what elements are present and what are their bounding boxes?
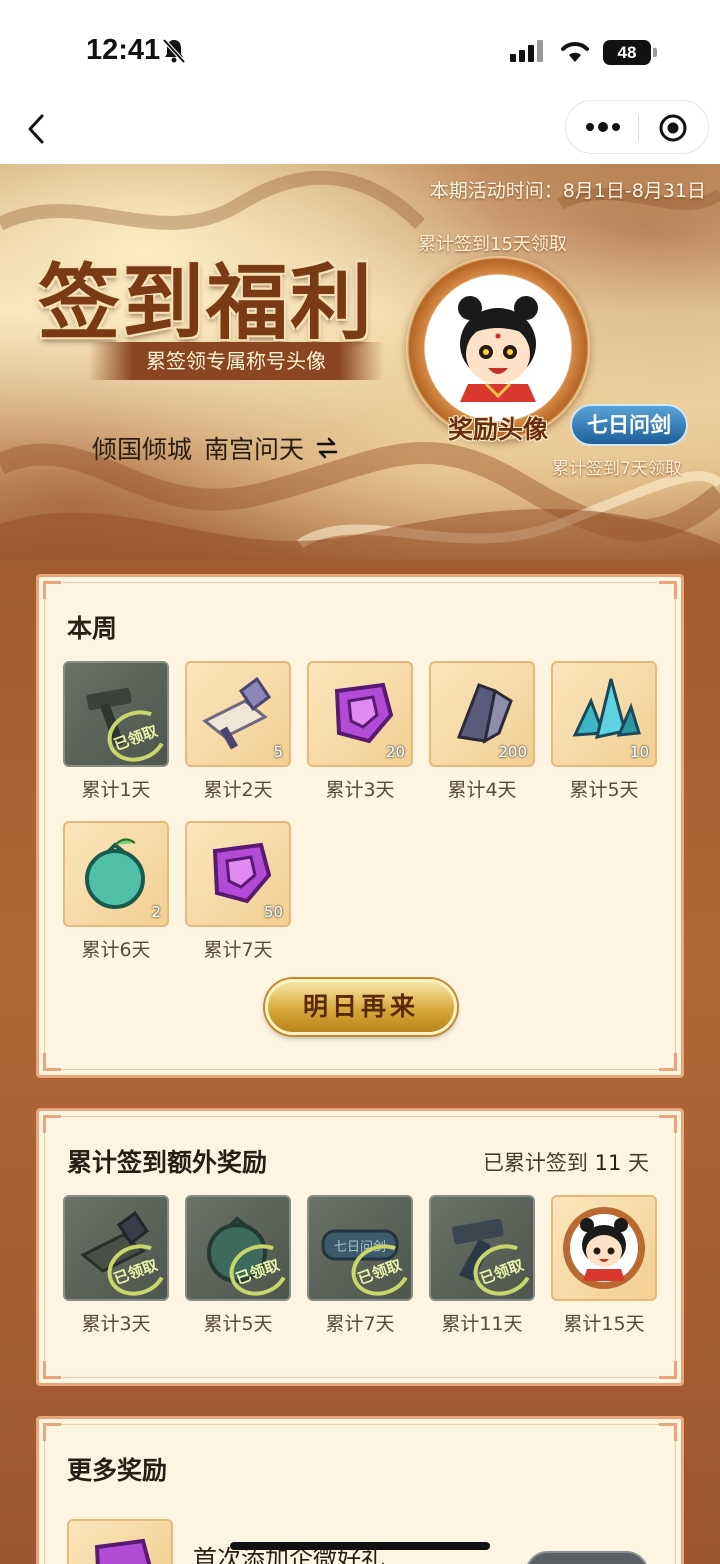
cumulative-progress: 已累计签到 11 天 [483, 1147, 649, 1177]
status-bar: 12:41 48 [0, 0, 720, 100]
miniprogram-capsule [565, 100, 709, 154]
close-target-icon[interactable] [658, 113, 688, 143]
hero-banner: 本期活动时间：8月1日-8月31日 签到福利 累签领专属称号头像 倾国倾城 南宫… [0, 164, 720, 584]
character-avatar-icon [563, 1207, 645, 1289]
jade-pouch-icon [85, 838, 145, 909]
day-label: 累计2天 [203, 779, 273, 801]
come-back-tomorrow-button[interactable]: 明日再来 [265, 979, 457, 1035]
corner-ornament [659, 1423, 677, 1441]
page-subtitle: 累签领专属称号头像 [88, 342, 384, 380]
corner-ornament [43, 1115, 61, 1133]
cumulative-title: 累计签到额外奖励 [67, 1148, 268, 1177]
day-label: 累计15天 [563, 1313, 645, 1335]
reward-tile [67, 1519, 173, 1564]
page-title: 签到福利 [38, 255, 375, 351]
title-reward-condition: 累计签到7天领取 [552, 459, 682, 479]
day-label: 累计7天 [203, 939, 273, 961]
player-title: 倾国倾城 [92, 435, 193, 464]
day-label: 累计3天 [325, 779, 395, 801]
swap-icon[interactable] [316, 437, 338, 459]
reward-tile: 5 [185, 661, 291, 767]
weekly-day-4[interactable]: 200 累计4天 [429, 661, 535, 802]
reward-tile: 10 [551, 661, 657, 767]
reward-quantity: 200 [498, 743, 527, 761]
battery-indicator: 48 [603, 40, 657, 65]
status-time: 12:41 [86, 34, 161, 66]
progress-prefix: 已累计签到 [482, 1151, 588, 1175]
corner-ornament [43, 1053, 61, 1071]
corner-ornament [43, 1423, 61, 1441]
corner-ornament [659, 1115, 677, 1133]
cumulative-day-15[interactable]: 累计15天 [551, 1195, 657, 1336]
day-label: 累计5天 [569, 779, 639, 801]
corner-ornament [43, 581, 61, 599]
player-name-row[interactable]: 倾国倾城 南宫问天 [92, 430, 338, 466]
wifi-icon [561, 42, 589, 62]
weekly-day-7[interactable]: 50 累计7天 [185, 821, 291, 962]
weekly-signin-panel: 本周 已领取 累计1天 5 累计2天 20 累计3天 200 累计4天 10 累… [36, 574, 684, 1078]
title-badge[interactable]: 七日问剑 [570, 404, 688, 446]
corner-ornament [43, 1361, 61, 1379]
reward-tile: 已领取 [63, 661, 169, 767]
add-wecom-button[interactable]: 去添加 [525, 1551, 649, 1564]
character-avatar-icon [458, 296, 538, 402]
reward-tile: 2 [63, 821, 169, 927]
cumulative-reward-panel: 累计签到额外奖励 已累计签到 11 天 已领取 累计3天 已领取 累计5天 七日… [36, 1108, 684, 1386]
reward-tile: 已领取 [429, 1195, 535, 1301]
player-name: 南宫问天 [204, 435, 305, 464]
weekly-day-5[interactable]: 10 累计5天 [551, 661, 657, 802]
home-indicator[interactable] [230, 1542, 490, 1550]
progress-days: 11 [594, 1151, 622, 1175]
nav-bar [0, 100, 720, 164]
cumulative-day-5[interactable]: 已领取 累计5天 [185, 1195, 291, 1336]
reward-tile: 50 [185, 821, 291, 927]
corner-ornament [659, 1053, 677, 1071]
reward-quantity: 5 [273, 743, 283, 761]
back-arrow-icon[interactable] [22, 112, 54, 146]
day-label: 累计3天 [81, 1313, 151, 1335]
corner-ornament [659, 1361, 677, 1379]
reward-quantity: 50 [263, 903, 283, 921]
weekly-title: 本周 [67, 614, 118, 643]
day-label: 累计6天 [81, 939, 151, 961]
reward-tile: 20 [307, 661, 413, 767]
bell-muted-icon [162, 38, 186, 64]
reward-tile [551, 1195, 657, 1301]
capsule-divider [638, 115, 639, 141]
signal-icon [510, 40, 543, 62]
day-label: 累计5天 [203, 1313, 273, 1335]
progress-suffix: 天 [628, 1151, 649, 1175]
reward-tile: 已领取 [63, 1195, 169, 1301]
cumulative-day-7[interactable]: 七日问剑 已领取 累计7天 [307, 1195, 413, 1336]
reward-quantity: 10 [629, 743, 649, 761]
cumulative-day-11[interactable]: 已领取 累计11天 [429, 1195, 535, 1336]
more-dots-icon[interactable] [584, 118, 622, 136]
weekly-day-1[interactable]: 已领取 累计1天 [63, 661, 169, 802]
reward-quantity: 20 [385, 743, 405, 761]
corner-ornament [659, 581, 677, 599]
day-label: 累计11天 [441, 1313, 523, 1335]
weekly-day-3[interactable]: 20 累计3天 [307, 661, 413, 802]
purple-rune-icon [94, 1538, 152, 1564]
avatar-reward-condition: 累计签到15天领取 [418, 234, 567, 255]
cumulative-day-3[interactable]: 已领取 累计3天 [63, 1195, 169, 1336]
more-rewards-title: 更多奖励 [67, 1456, 168, 1485]
event-period: 本期活动时间：8月1日-8月31日 [429, 180, 706, 202]
weekly-day-6[interactable]: 2 累计6天 [63, 821, 169, 962]
weekly-day-2[interactable]: 5 累计2天 [185, 661, 291, 802]
reward-tile: 已领取 [185, 1195, 291, 1301]
scroll-hammer-icon [202, 676, 272, 750]
reward-tile: 200 [429, 661, 535, 767]
day-label: 累计4天 [447, 779, 517, 801]
reward-quantity: 2 [151, 903, 161, 921]
reward-tile: 七日问剑 已领取 [307, 1195, 413, 1301]
day-label: 累计1天 [81, 779, 151, 801]
reward-avatar-name: 奖励头像 [448, 415, 549, 444]
day-label: 累计7天 [325, 1313, 395, 1335]
